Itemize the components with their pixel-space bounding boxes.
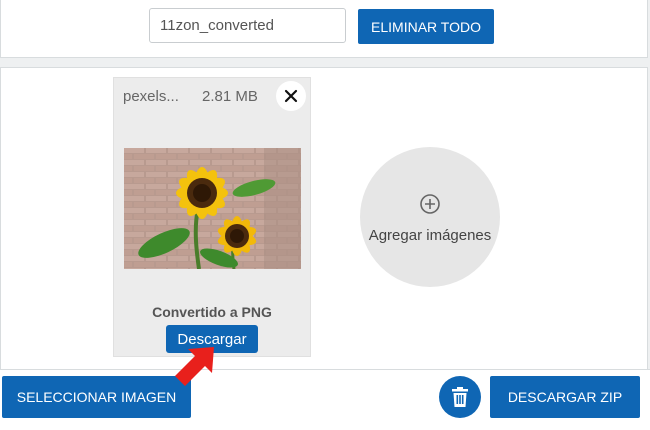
top-toolbar: ELIMINAR TODO (0, 0, 648, 58)
clear-all-button[interactable]: ELIMINAR TODO (358, 9, 494, 44)
files-area (0, 67, 648, 370)
select-image-button[interactable]: SELECCIONAR IMAGEN (2, 376, 191, 418)
sunflower-image (124, 148, 301, 269)
remove-file-button[interactable] (276, 81, 306, 111)
close-icon (284, 89, 298, 103)
file-thumbnail (124, 148, 301, 269)
file-name: pexels... (123, 88, 179, 105)
plus-circle-icon (420, 194, 440, 214)
pointer-arrow-icon (175, 347, 214, 386)
file-card: pexels... 2.81 MB Convertido a PNG Desca… (113, 77, 311, 357)
delete-all-button[interactable] (439, 376, 481, 418)
trash-icon (452, 387, 468, 407)
filename-input[interactable] (149, 8, 346, 43)
file-size: 2.81 MB (202, 88, 258, 105)
add-images-label: Agregar imágenes (368, 227, 492, 244)
add-images-button[interactable]: Agregar imágenes (360, 147, 500, 287)
download-zip-button[interactable]: DESCARGAR ZIP (490, 376, 640, 418)
conversion-status: Convertido a PNG (152, 304, 272, 320)
